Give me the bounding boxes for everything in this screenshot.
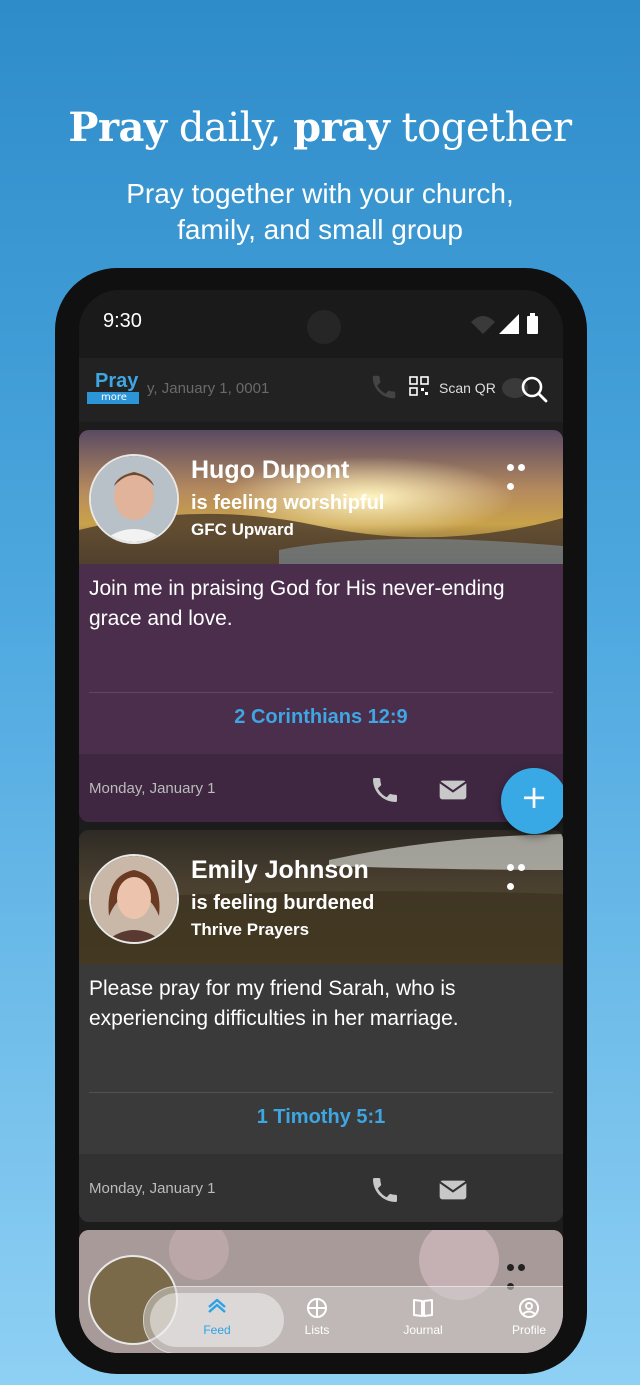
phone-screen: 9:30 Pray more y, January 1, 0001 Scan Q…	[79, 290, 563, 1353]
scan-qr-button[interactable]: Scan QR	[439, 380, 496, 396]
nav-label: Lists	[304, 1323, 330, 1337]
globe-icon	[307, 1298, 327, 1318]
phone-icon[interactable]	[369, 1174, 401, 1206]
card-header: Emily Johnson is feeling burdened Thrive…	[79, 830, 563, 964]
prayer-text: Join me in praising God for His never-en…	[89, 577, 505, 630]
more-options-icon[interactable]	[507, 456, 539, 490]
logo-pray-text: Pray	[95, 370, 139, 392]
card-footer: Monday, January 1	[79, 754, 563, 822]
post-date: Monday, January 1	[89, 1180, 216, 1197]
profile-icon	[519, 1298, 539, 1318]
wifi-icon	[471, 316, 495, 334]
nav-label: Feed	[203, 1323, 231, 1337]
phone-icon	[372, 375, 396, 399]
verse-link[interactable]: 1 Timothy 5:1	[79, 1106, 563, 1129]
avatar-photo	[91, 456, 177, 542]
nav-item-feed[interactable]: Feed	[172, 1297, 262, 1337]
prayer-text: Please pray for my friend Sarah, who is …	[89, 977, 459, 1030]
more-options-icon[interactable]	[507, 856, 539, 890]
divider	[89, 1092, 553, 1093]
front-camera	[307, 310, 341, 344]
poster-feeling: is feeling burdened	[191, 892, 375, 914]
more-options-icon[interactable]	[507, 1256, 539, 1290]
prayer-card[interactable]: Hugo Dupont is feeling worshipful GFC Up…	[79, 430, 563, 822]
mail-icon[interactable]	[437, 774, 469, 806]
search-icon[interactable]	[519, 374, 549, 404]
status-time: 9:30	[103, 310, 142, 332]
card-header: Hugo Dupont is feeling worshipful GFC Up…	[79, 430, 563, 564]
promo-subhead-line-2: family, and small group	[177, 214, 463, 245]
promo-subhead-line-1: Pray together with your church,	[126, 178, 514, 209]
divider	[89, 692, 553, 693]
battery-icon	[527, 316, 538, 334]
nav-label: Profile	[511, 1323, 546, 1337]
status-bar: 9:30	[79, 290, 563, 358]
praymore-logo[interactable]: Pray more	[85, 370, 147, 406]
nav-label: Journal	[403, 1323, 443, 1337]
card-footer: Monday, January 1	[79, 1154, 563, 1222]
avatar[interactable]	[89, 454, 179, 544]
verse-link[interactable]: 2 Corinthians 12:9	[79, 706, 563, 729]
poster-name: Emily Johnson	[191, 856, 369, 884]
mail-icon[interactable]	[437, 1174, 469, 1206]
app-bar: Pray more y, January 1, 0001 Scan QR	[79, 358, 563, 422]
bottom-navigation: Feed Lists Journal Profile	[143, 1286, 563, 1353]
qr-code-icon[interactable]	[409, 376, 429, 396]
phone-icon[interactable]	[369, 774, 401, 806]
book-icon	[413, 1299, 433, 1317]
nav-item-lists[interactable]: Lists	[272, 1297, 362, 1337]
logo-more-text: more	[87, 392, 139, 404]
avatar[interactable]	[89, 854, 179, 944]
poster-feeling: is feeling worshipful	[191, 492, 385, 514]
poster-group: GFC Upward	[191, 520, 294, 539]
nav-item-journal[interactable]: Journal	[378, 1297, 468, 1337]
header-date: y, January 1, 0001	[147, 380, 270, 397]
poster-name: Hugo Dupont	[191, 456, 350, 484]
prayer-card[interactable]: Emily Johnson is feeling burdened Thrive…	[79, 830, 563, 1222]
promo-headline: Pray daily, pray together	[68, 104, 572, 151]
phone-frame: 9:30 Pray more y, January 1, 0001 Scan Q…	[55, 268, 587, 1374]
poster-group: Thrive Prayers	[191, 920, 310, 939]
signal-icon	[499, 314, 519, 334]
home-icon	[208, 1298, 226, 1313]
avatar-photo	[91, 856, 177, 942]
post-date: Monday, January 1	[89, 780, 216, 797]
system-icons	[471, 313, 538, 334]
add-prayer-button[interactable]: +	[501, 768, 563, 834]
promo-subhead: Pray together with your church, family, …	[0, 176, 640, 248]
nav-item-profile[interactable]: Profile	[484, 1297, 563, 1337]
